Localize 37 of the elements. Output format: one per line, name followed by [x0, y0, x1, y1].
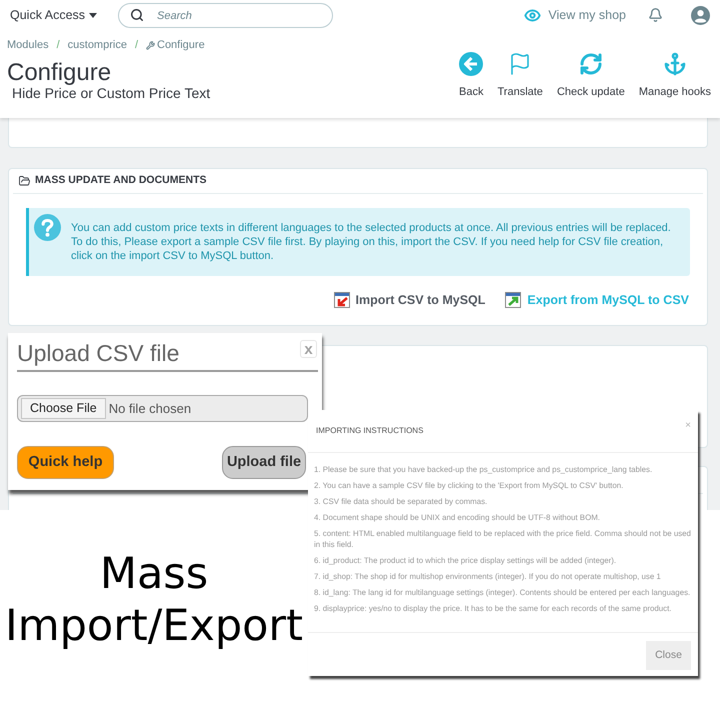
- choose-file-button[interactable]: Choose File: [21, 398, 106, 419]
- search-icon: [130, 8, 144, 22]
- toolbar-button[interactable]: Back: [459, 52, 484, 99]
- file-input-field[interactable]: Choose File No file chosen: [17, 395, 308, 422]
- eye-icon: [524, 6, 542, 24]
- window-export-icon: [505, 292, 522, 308]
- page-title: Configure: [7, 61, 112, 85]
- file-status-text: No file chosen: [108, 400, 192, 418]
- search-field[interactable]: Search: [118, 3, 333, 28]
- refresh-icon: [578, 52, 603, 76]
- upload-file-button[interactable]: Upload file: [222, 446, 306, 479]
- card-title: MASS UPDATE AND DOCUMENTS: [35, 173, 207, 188]
- folder-icon: [18, 175, 31, 187]
- user-avatar-icon[interactable]: [691, 6, 710, 24]
- toolbar-button[interactable]: Check update: [556, 52, 625, 99]
- toolbar-button[interactable]: Translate: [497, 52, 543, 99]
- info-text: You can add custom price texts in different languages to the selected products at once. All previous entries will be replaced. To do this, Please export a sample CSV file first. By playing on this, import the CSV. If you need help for CSV file creation, click on the import CSV to MySQL button.: [71, 221, 672, 263]
- import-csv-link[interactable]: Import CSV to MySQL: [334, 290, 486, 310]
- view-shop-link[interactable]: View my shop: [548, 6, 626, 24]
- quick-help-button[interactable]: Quick help: [17, 446, 114, 479]
- toolbar-button[interactable]: Manage hooks: [638, 52, 711, 99]
- breadcrumb-current: Configure: [157, 38, 205, 53]
- breadcrumb-link[interactable]: customprice: [68, 36, 127, 54]
- page-subtitle: Hide Price or Custom Price Text: [12, 85, 210, 101]
- window-import-icon: [334, 292, 350, 308]
- breadcrumb-link[interactable]: Modules: [7, 36, 49, 54]
- modal-title: IMPORTING INSTRUCTIONS: [316, 425, 424, 437]
- wrench-icon: [146, 40, 155, 50]
- dialog-title: Upload CSV file: [17, 339, 180, 368]
- quick-access-dropdown[interactable]: Quick Access: [10, 6, 106, 24]
- breadcrumb-separator: /: [134, 38, 138, 53]
- caret-icon: [89, 12, 98, 18]
- question-mark-icon: [34, 214, 61, 241]
- breadcrumb-separator: /: [56, 38, 60, 53]
- notifications-bell-icon[interactable]: [648, 7, 663, 23]
- caption-text: Mass Import/Export: [4, 548, 304, 652]
- anchor-icon: [662, 52, 688, 76]
